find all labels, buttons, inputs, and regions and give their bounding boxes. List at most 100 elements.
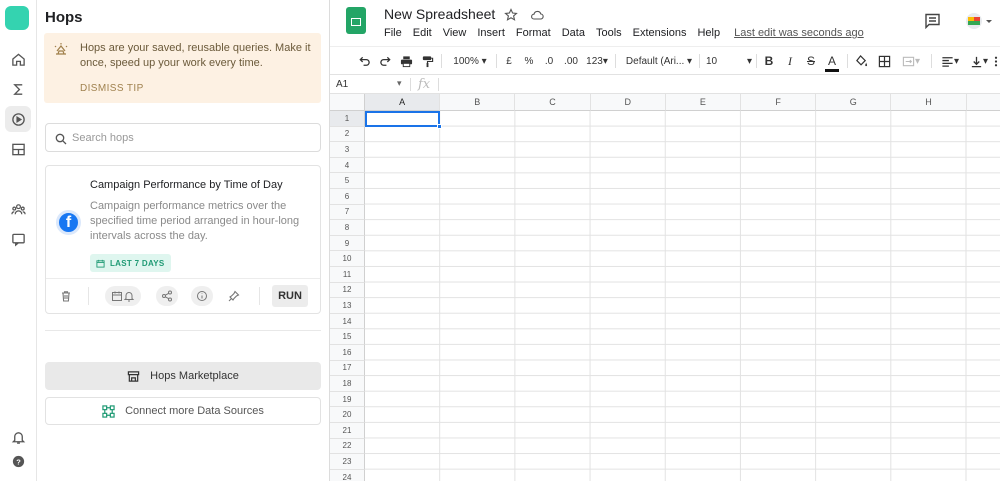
column-header[interactable]: H	[891, 94, 967, 111]
row-header[interactable]: 23	[330, 454, 365, 470]
fill-handle[interactable]	[437, 124, 442, 129]
row-header[interactable]: 11	[330, 267, 365, 283]
row-header[interactable]: 10	[330, 251, 365, 267]
comment-icon[interactable]	[924, 12, 941, 30]
row-header[interactable]: 16	[330, 345, 365, 361]
decrease-decimal-button[interactable]: .0	[541, 52, 557, 70]
hop-card[interactable]: f Campaign Performance by Time of Day Ca…	[45, 165, 321, 314]
merge-cells-icon[interactable]: ▾	[898, 52, 924, 70]
column-header[interactable]: D	[590, 94, 666, 111]
italic-button[interactable]: I	[783, 52, 797, 70]
menu-data[interactable]: Data	[562, 27, 585, 39]
select-all-corner[interactable]	[330, 94, 365, 111]
column-header[interactable]: A	[365, 94, 441, 111]
pin-icon[interactable]	[224, 286, 244, 306]
currency-button[interactable]: £	[503, 52, 515, 70]
font-family-select[interactable]: Default (Ari... ▾	[624, 52, 694, 70]
row-header[interactable]: 15	[330, 329, 365, 345]
column-header[interactable]: G	[816, 94, 892, 111]
share-icon[interactable]	[156, 286, 178, 306]
menu-help[interactable]: Help	[697, 27, 720, 39]
column-header[interactable]: B	[440, 94, 516, 111]
row-header[interactable]: 9	[330, 235, 365, 252]
dismiss-tip-button[interactable]: DISMISS TIP	[80, 83, 144, 94]
row-header[interactable]: 12	[330, 282, 365, 299]
row-header[interactable]: 1	[330, 111, 365, 127]
row-header[interactable]: 20	[330, 407, 365, 423]
row-header[interactable]: 4	[330, 157, 365, 174]
text-color-button[interactable]: A	[825, 52, 839, 72]
column-header[interactable]: E	[665, 94, 741, 111]
star-icon[interactable]	[504, 8, 518, 22]
panel-title: Hops	[45, 9, 83, 26]
home-icon[interactable]	[5, 46, 31, 72]
chevron-down-icon[interactable]: ▾	[397, 78, 402, 89]
help-icon[interactable]: ?	[5, 448, 31, 474]
menu-view[interactable]: View	[443, 27, 467, 39]
column-header[interactable]	[966, 94, 1000, 111]
row-header[interactable]: 21	[330, 423, 365, 439]
chat-icon[interactable]	[5, 226, 31, 252]
active-cell-selection[interactable]	[365, 111, 442, 129]
row-header[interactable]: 3	[330, 142, 365, 158]
delete-icon[interactable]	[56, 286, 76, 306]
align-icon[interactable]: ▾	[938, 52, 962, 70]
menu-file[interactable]: File	[384, 27, 402, 39]
menu-extensions[interactable]: Extensions	[633, 27, 687, 39]
info-icon[interactable]	[191, 286, 213, 306]
document-title[interactable]: New Spreadsheet	[384, 6, 495, 22]
separator	[931, 54, 932, 68]
row-header[interactable]: 22	[330, 438, 365, 455]
share-button-icon[interactable]	[964, 11, 992, 31]
menu-insert[interactable]: Insert	[477, 27, 505, 39]
row-header[interactable]: 24	[330, 469, 365, 481]
row-header[interactable]: 6	[330, 189, 365, 205]
cell-area[interactable]	[365, 111, 1000, 481]
row-header[interactable]: 8	[330, 220, 365, 236]
row-header[interactable]: 17	[330, 360, 365, 377]
bell-icon[interactable]	[5, 424, 31, 450]
hops-marketplace-button[interactable]: Hops Marketplace	[45, 362, 321, 390]
column-header[interactable]: F	[741, 94, 817, 111]
vertical-align-icon[interactable]: ▾	[967, 52, 991, 70]
increase-decimal-button[interactable]: .00	[562, 52, 580, 70]
zoom-select[interactable]: 100% ▾	[448, 52, 492, 70]
connect-data-sources-button[interactable]: Connect more Data Sources	[45, 397, 321, 425]
column-header[interactable]: C	[515, 94, 591, 111]
cell-reference[interactable]: A1	[336, 79, 348, 90]
menu-edit[interactable]: Edit	[413, 27, 432, 39]
cloud-status-icon[interactable]	[530, 8, 544, 22]
sheets-logo-icon[interactable]	[346, 7, 366, 34]
row-header[interactable]: 18	[330, 376, 365, 392]
last-edit-link[interactable]: Last edit was seconds ago	[734, 27, 864, 39]
menu-tools[interactable]: Tools	[596, 27, 622, 39]
print-icon[interactable]	[398, 52, 414, 70]
strikethrough-button[interactable]: S	[804, 52, 818, 70]
percent-button[interactable]: %	[523, 52, 535, 70]
row-header[interactable]: 5	[330, 173, 365, 189]
more-formats-button[interactable]: 123 ▾	[584, 52, 610, 70]
schedule-alert-button[interactable]	[105, 286, 141, 306]
hops-play-icon[interactable]	[5, 106, 31, 132]
paint-format-icon[interactable]	[419, 52, 435, 70]
row-header[interactable]: 13	[330, 298, 365, 314]
fill-color-icon[interactable]	[853, 52, 869, 70]
run-button[interactable]: RUN	[272, 285, 308, 307]
sigma-icon[interactable]	[5, 76, 31, 102]
team-icon[interactable]	[5, 196, 31, 222]
more-tools-icon[interactable]	[992, 52, 1000, 70]
bold-button[interactable]: B	[762, 52, 776, 70]
undo-icon[interactable]	[356, 52, 372, 70]
row-header[interactable]: 19	[330, 391, 365, 408]
menu-format[interactable]: Format	[516, 27, 551, 39]
redo-icon[interactable]	[377, 52, 393, 70]
borders-icon[interactable]	[876, 52, 892, 70]
search-input[interactable]	[72, 129, 312, 147]
app-logo[interactable]	[5, 6, 29, 30]
dashboard-icon[interactable]	[5, 136, 31, 162]
spreadsheet-grid[interactable]: A B C D E F G H 1 2 3 4 5 6 7 8 9 10 11 …	[330, 94, 1000, 481]
row-header[interactable]: 14	[330, 313, 365, 330]
font-size-select[interactable]: 10 ▾	[706, 52, 752, 70]
row-header[interactable]: 7	[330, 204, 365, 221]
row-header[interactable]: 2	[330, 126, 365, 143]
